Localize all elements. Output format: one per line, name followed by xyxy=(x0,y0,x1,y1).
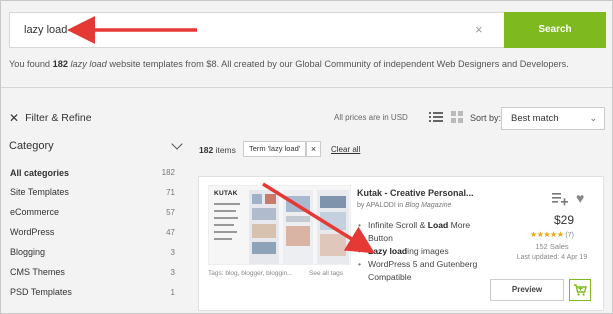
sort-value: Best match xyxy=(511,113,559,124)
sidebar-item-count: 57 xyxy=(166,207,175,217)
sidebar-item-count: 47 xyxy=(166,227,175,237)
sidebar-item-ecommerce[interactable]: eCommerce 57 xyxy=(5,202,175,222)
filter-refine-label: Filter & Refine xyxy=(25,112,92,124)
sidebar-item-count: 3 xyxy=(170,267,175,277)
sort-select[interactable]: Best match ⌄ xyxy=(501,107,605,130)
grid-view-icon[interactable] xyxy=(451,111,464,123)
sidebar-item-blogging[interactable]: Blogging 3 xyxy=(5,242,175,262)
items-count-number: 182 xyxy=(199,145,214,155)
filter-refine-toggle[interactable]: ✕ Filter & Refine xyxy=(9,111,92,125)
rating-count: (7) xyxy=(565,232,574,239)
rating-stars: ★★★★★ (7) xyxy=(507,230,597,239)
sidebar-item-label: Site Templates xyxy=(10,187,69,197)
product-category-link[interactable]: Blog Magazine xyxy=(405,202,451,209)
sidebar-item-count: 182 xyxy=(161,168,175,177)
author-text: by APALODI in xyxy=(357,202,406,209)
see-all-tags-link[interactable]: See all tags xyxy=(309,270,343,277)
results-message: You found 182 lazy load website template… xyxy=(9,59,569,69)
cart-icon xyxy=(574,284,587,296)
sidebar-item-wordpress[interactable]: WordPress 47 xyxy=(5,222,175,242)
category-header[interactable]: Category xyxy=(9,138,185,152)
category-list: All categories 182 Site Templates 71 eCo… xyxy=(5,163,175,302)
favorite-heart-icon[interactable]: ♥ xyxy=(576,190,584,206)
results-query: lazy load xyxy=(70,59,107,69)
sidebar-item-site-templates[interactable]: Site Templates 71 xyxy=(5,182,175,202)
add-to-collection-icon[interactable] xyxy=(552,192,568,206)
category-title: Category xyxy=(9,140,54,152)
product-price: $29 xyxy=(553,213,575,227)
chevron-down-icon: ⌄ xyxy=(589,113,597,123)
sidebar-item-label: Blogging xyxy=(10,247,46,257)
last-updated: Last updated: 4 Apr 19 xyxy=(516,254,588,261)
sidebar-item-count: 1 xyxy=(170,287,175,297)
items-count: 182 items xyxy=(199,145,236,155)
product-thumbnail[interactable]: KUTAK xyxy=(208,185,351,265)
thumbnail-brand: KUTAK xyxy=(214,190,238,197)
divider xyxy=(1,87,612,88)
sort-label: Sort by: xyxy=(470,113,502,123)
search-bar: × Search xyxy=(9,12,606,48)
feature-item: Lazy loading images xyxy=(357,245,482,258)
preview-button[interactable]: Preview xyxy=(490,279,564,301)
feature-item: Infinite Scroll & Load More Button xyxy=(357,219,482,245)
close-icon: ✕ xyxy=(9,111,20,125)
clear-all-link[interactable]: Clear all xyxy=(331,145,360,154)
list-view-icon[interactable] xyxy=(429,111,443,123)
search-button[interactable]: Search xyxy=(504,12,606,48)
sidebar-item-label: WordPress xyxy=(10,227,55,237)
sidebar-item-label: eCommerce xyxy=(10,207,60,217)
add-to-cart-button[interactable] xyxy=(569,279,591,301)
chevron-down-icon xyxy=(171,138,183,150)
sidebar-item-all-categories[interactable]: All categories 182 xyxy=(5,163,175,182)
sidebar-item-count: 71 xyxy=(166,187,175,197)
remove-filter-button[interactable]: × xyxy=(306,141,321,157)
product-title[interactable]: Kutak - Creative Personal... xyxy=(357,188,474,198)
clear-search-icon[interactable]: × xyxy=(475,22,483,37)
results-count: 182 xyxy=(52,59,68,69)
feature-item: WordPress 5 and Gutenberg Compatible xyxy=(357,258,482,284)
tags-text: Tags: blog, blogger, bloggin... xyxy=(208,270,293,277)
feature-list: Infinite Scroll & Load More Button Lazy … xyxy=(357,219,482,284)
term-filter-tag: Term 'lazy load' xyxy=(243,141,307,157)
items-word: items xyxy=(215,145,236,155)
sidebar-item-psd-templates[interactable]: PSD Templates 1 xyxy=(5,282,175,302)
sidebar-item-label: PSD Templates xyxy=(10,287,72,297)
sidebar-item-count: 3 xyxy=(170,247,175,257)
sales-count: 152 Sales xyxy=(535,242,569,251)
search-input[interactable] xyxy=(10,13,505,47)
prices-note: All prices are in USD xyxy=(334,113,408,122)
product-author: by APALODI in Blog Magazine xyxy=(357,202,451,209)
sidebar-item-label: CMS Themes xyxy=(10,267,65,277)
star-icons: ★★★★★ xyxy=(530,230,564,239)
sidebar-item-label: All categories xyxy=(10,167,70,178)
page-frame: × Search You found 182 lazy load website… xyxy=(0,0,613,314)
sidebar-item-cms-themes[interactable]: CMS Themes 3 xyxy=(5,262,175,282)
product-card: KUTAK Tags: blog, blogger, bloggin... Se… xyxy=(198,176,604,311)
